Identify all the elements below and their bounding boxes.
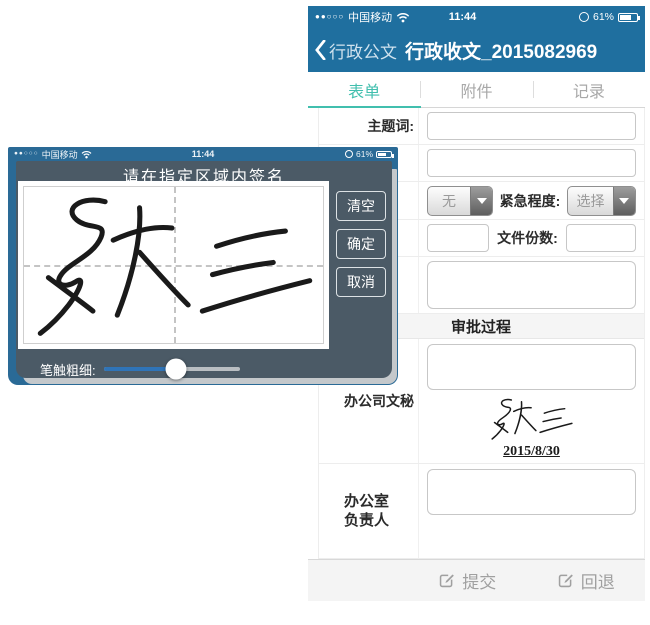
battery-icon bbox=[618, 13, 638, 22]
bottom-toolbar: 提交 回退 bbox=[308, 559, 645, 601]
submit-label: 提交 bbox=[462, 568, 496, 593]
stroke-slider-thumb[interactable] bbox=[165, 359, 186, 380]
rollback-button[interactable]: 回退 bbox=[527, 568, 646, 593]
signature-dialog-screenshot: ●●○○○ 中国移动 11:44 61% 请在指定区域内签名 bbox=[8, 147, 398, 385]
cancel-button[interactable]: 取消 bbox=[336, 267, 386, 297]
stroke-slider[interactable] bbox=[104, 367, 240, 371]
status-bar: ●●○○○ 中国移动 11:44 61% bbox=[308, 6, 645, 28]
tab-records-label: 记录 bbox=[573, 78, 605, 102]
navigation-bar: 行政公文 行政收文_2015082969 bbox=[308, 28, 645, 72]
app-header: ●●○○○ 中国移动 11:44 61% bbox=[308, 6, 645, 72]
back-button[interactable]: 行政公文 bbox=[329, 38, 397, 63]
edit-icon bbox=[438, 572, 455, 589]
signature-dialog: 请在指定区域内签名 清空 确定 取消 笔触粗细: bbox=[16, 161, 392, 378]
copies-left-input[interactable] bbox=[427, 224, 489, 252]
dialog-title: 请在指定区域内签名 bbox=[16, 161, 392, 180]
edit-icon bbox=[557, 572, 574, 589]
subject-row: 主题词: bbox=[318, 108, 644, 145]
status-time: 11:44 bbox=[449, 11, 477, 23]
carrier-label: 中国移动 bbox=[348, 9, 392, 25]
tab-form[interactable]: 表单 bbox=[308, 72, 420, 107]
active-tab-underline bbox=[308, 106, 421, 108]
tab-records[interactable]: 记录 bbox=[533, 72, 645, 107]
stroke-width-row: 笔触粗细: bbox=[40, 358, 392, 380]
page-title: 行政收文_2015082969 bbox=[405, 37, 597, 64]
clear-button[interactable]: 清空 bbox=[336, 191, 386, 221]
tab-bar: 表单 附件 记录 bbox=[308, 72, 645, 108]
battery-percent: 61% bbox=[356, 149, 373, 159]
battery-percent: 61% bbox=[593, 11, 614, 23]
page-background: ●●○○○ 中国移动 11:44 61% bbox=[0, 0, 650, 625]
signature-date-link[interactable]: 2015/8/30 bbox=[503, 444, 560, 460]
approval-section-title: 审批过程 bbox=[451, 316, 511, 337]
subject-input[interactable] bbox=[427, 112, 636, 140]
tab-form-label: 表单 bbox=[348, 78, 380, 102]
tab-attachments-label: 附件 bbox=[460, 78, 492, 102]
battery-icon bbox=[376, 151, 392, 158]
wifi-icon bbox=[396, 12, 410, 23]
rotation-lock-icon bbox=[579, 12, 589, 22]
dropdown-arrow-icon bbox=[613, 187, 635, 215]
dialog-button-column: 清空 确定 取消 bbox=[336, 191, 386, 349]
none-dropdown[interactable]: 无 bbox=[427, 186, 493, 216]
remarks-textarea[interactable] bbox=[427, 261, 636, 309]
stroke-width-label: 笔触粗细: bbox=[40, 360, 96, 379]
urgency-label: 紧急程度: bbox=[500, 191, 561, 211]
manager-label-line2: 负责人 bbox=[344, 511, 389, 531]
back-chevron-icon[interactable] bbox=[315, 40, 326, 60]
manager-label-line1: 办公室 bbox=[344, 492, 389, 512]
status-time: 11:44 bbox=[192, 149, 215, 159]
tab-attachments[interactable]: 附件 bbox=[420, 72, 532, 107]
subject-label: 主题词: bbox=[367, 116, 414, 136]
secretary-comment-box[interactable] bbox=[427, 344, 636, 390]
drawn-signature bbox=[18, 181, 332, 349]
signature-canvas[interactable] bbox=[18, 181, 329, 349]
select-dropdown-value: 选择 bbox=[568, 187, 613, 215]
copies-label: 文件份数: bbox=[497, 228, 558, 248]
select-dropdown[interactable]: 选择 bbox=[567, 186, 636, 216]
carrier-label: 中国移动 bbox=[42, 148, 78, 161]
dialog-status-bar: ●●○○○ 中国移动 11:44 61% bbox=[8, 147, 398, 161]
none-dropdown-value: 无 bbox=[428, 187, 470, 215]
wifi-icon bbox=[81, 150, 92, 159]
secretary-label: 办公司文秘 bbox=[344, 391, 414, 411]
rollback-label: 回退 bbox=[581, 568, 615, 593]
submit-button[interactable]: 提交 bbox=[408, 568, 527, 593]
dropdown-arrow-icon bbox=[470, 187, 492, 215]
secretary-signature-image bbox=[467, 394, 597, 443]
signal-strength-icon: ●●○○○ bbox=[14, 151, 39, 158]
confirm-button[interactable]: 确定 bbox=[336, 229, 386, 259]
rotation-lock-icon bbox=[345, 150, 353, 158]
row2-input[interactable] bbox=[427, 149, 636, 177]
manager-row: 办公室 负责人 bbox=[318, 464, 644, 559]
copies-right-input[interactable] bbox=[566, 224, 636, 252]
manager-comment-box[interactable] bbox=[427, 469, 636, 515]
signal-strength-icon: ●●○○○ bbox=[315, 13, 344, 21]
